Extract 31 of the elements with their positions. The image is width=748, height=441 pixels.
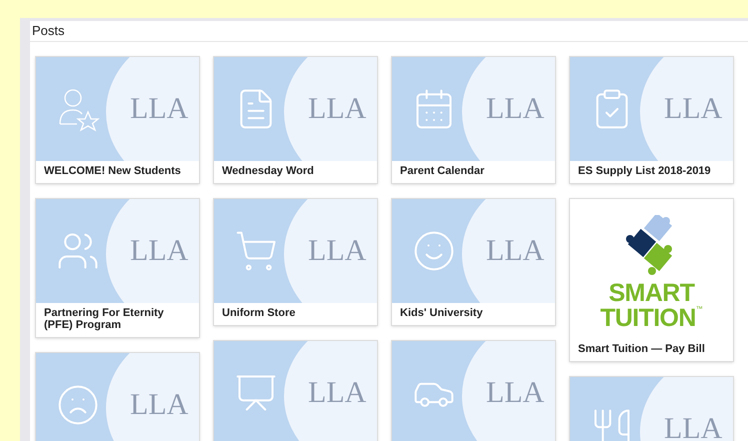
tile-logo: LLA xyxy=(664,411,722,441)
post-card[interactable]: LLA WELCOME! New Students xyxy=(35,56,200,184)
post-card[interactable]: LLA Parent Calendar xyxy=(391,56,556,184)
sad-face-icon xyxy=(56,382,100,426)
post-card[interactable]: LLA ES Supply List 2018-2019 xyxy=(569,56,734,184)
tile-logo: LLA xyxy=(486,375,544,411)
post-card[interactable]: LLA Wednesday Word xyxy=(213,56,378,184)
tile-logo: LLA xyxy=(486,233,544,269)
card-caption: Partnering For Eternity (PFE) Program xyxy=(43,306,165,332)
card-caption: Kids' University xyxy=(399,306,484,320)
tile-logo: LLA xyxy=(130,387,188,423)
tile-logo: LLA xyxy=(308,233,366,269)
post-card[interactable]: LLA Kids' University xyxy=(391,198,556,326)
card-caption: ES Supply List 2018-2019 xyxy=(577,164,712,178)
smiling-face-icon xyxy=(412,228,456,272)
card-caption: Parent Calendar xyxy=(399,164,486,178)
post-card[interactable]: LLA Partnering For Eternity (PFE) Program xyxy=(35,198,200,338)
card-caption: Wednesday Word xyxy=(221,164,315,178)
card-caption: Uniform Store xyxy=(221,306,296,320)
panel-title: Posts xyxy=(32,22,65,40)
tile-logo: LLA xyxy=(486,91,544,127)
brand-logo-text: SMART xyxy=(608,280,694,306)
brand-logo-text: TUITION xyxy=(600,306,696,330)
tile-logo: LLA xyxy=(130,91,188,127)
tile-logo: LLA xyxy=(308,375,366,411)
card-caption: Smart Tuition — Pay Bill xyxy=(577,342,706,356)
tile-logo: LLA xyxy=(308,91,366,127)
tile-logo: LLA xyxy=(130,233,188,269)
tile-logo: LLA xyxy=(664,91,722,127)
post-card[interactable]: LLA Uniform Store xyxy=(213,198,378,326)
card-caption: WELCOME! New Students xyxy=(43,164,182,178)
